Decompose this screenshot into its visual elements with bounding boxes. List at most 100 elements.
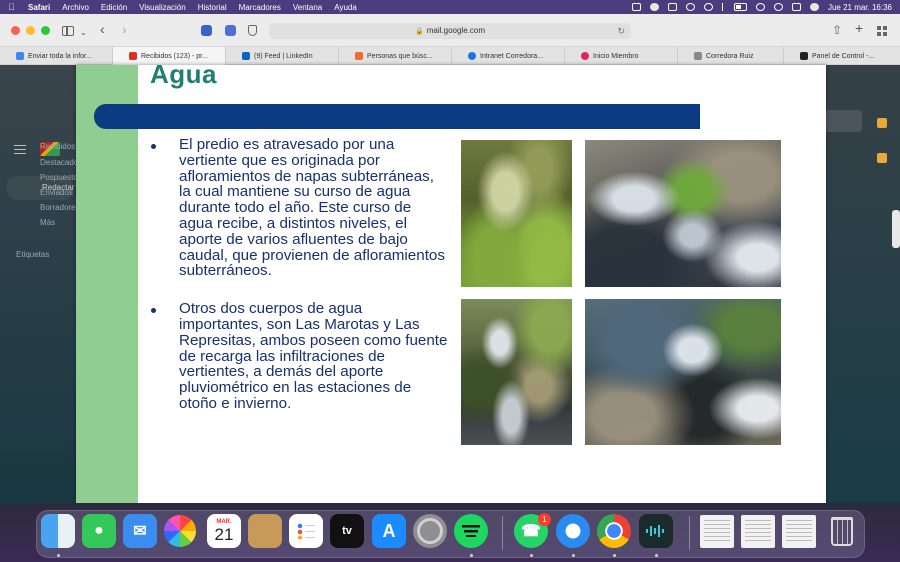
tab-label: Recibidos (123) - pr... [141, 52, 208, 60]
menu-archivo[interactable]: Archivo [62, 3, 89, 12]
app-status-icon[interactable] [667, 3, 677, 11]
tab-item[interactable]: Panel de Control -... [784, 47, 900, 65]
calendar-day: 21 [214, 524, 234, 544]
bluetooth-icon[interactable] [721, 3, 725, 11]
reload-icon[interactable]: ↻ [617, 23, 625, 39]
photo-stream-rocks [585, 140, 781, 287]
tab-item[interactable]: Recibidos (123) - pr... [113, 47, 226, 65]
minimize-window-button[interactable] [26, 26, 35, 35]
search-icon[interactable] [773, 3, 783, 11]
running-indicator [530, 554, 533, 557]
tab-label: Panel de Control -... [812, 52, 875, 60]
extension-status-icon[interactable] [649, 3, 659, 11]
menu-ayuda[interactable]: Ayuda [334, 3, 357, 12]
tab-item[interactable]: Intranet Corredora... [452, 47, 565, 65]
tab-item[interactable]: Inicio Miembro [565, 47, 678, 65]
tv-label: tv [342, 525, 352, 537]
running-indicator [470, 554, 473, 557]
zoom-window-button[interactable] [41, 26, 50, 35]
menu-edicion[interactable]: Edición [101, 3, 127, 12]
wifi-icon[interactable] [755, 3, 765, 11]
extension-1-icon[interactable] [201, 25, 212, 36]
chevron-down-icon[interactable]: ⌄ [80, 26, 87, 40]
menu-safari[interactable]: Safari [28, 3, 50, 12]
system-settings-icon[interactable] [413, 514, 447, 548]
close-window-button[interactable] [11, 26, 20, 35]
gmail-nav-drafts[interactable]: Borradores [40, 203, 80, 212]
control-center-icon[interactable] [791, 3, 801, 11]
siri-icon[interactable] [809, 3, 819, 11]
contacts-icon[interactable] [248, 514, 282, 548]
calendar-side-icon[interactable] [877, 118, 887, 128]
back-button[interactable]: ‹ [100, 22, 105, 36]
keep-side-icon[interactable] [877, 153, 887, 163]
tab-item[interactable]: Corredora Ruiz [678, 47, 784, 65]
messages-icon[interactable]: ● [82, 514, 116, 548]
whatsapp-badge: 1 [538, 513, 551, 526]
safari-toolbar: ⌄ ‹ › 🔒 mail.google.com ↻ ⇧ + [0, 14, 900, 47]
clock[interactable]: Jue 21 mar. 16:36 [828, 3, 892, 12]
apple-tv-icon[interactable]: tv [330, 514, 364, 548]
gmail-right-button[interactable] [826, 110, 862, 132]
minimized-window-thumbnail[interactable] [741, 515, 775, 548]
reminders-icon[interactable] [289, 514, 323, 548]
slide-bullet-list: El predio es atravesado por una vertient… [148, 137, 448, 412]
scrollbar-thumb[interactable] [892, 210, 900, 248]
safari-icon[interactable] [556, 514, 590, 548]
address-bar[interactable]: 🔒 mail.google.com ↻ [269, 23, 631, 39]
gmail-nav-inbox[interactable]: Recibidos [40, 142, 75, 151]
member-favicon-icon [581, 52, 589, 60]
window-controls [11, 26, 50, 35]
new-tab-icon[interactable]: + [855, 21, 863, 35]
photos-icon[interactable] [164, 515, 196, 547]
share-icon[interactable]: ⇧ [832, 23, 842, 37]
screen-icon[interactable] [631, 3, 641, 11]
intranet-favicon-icon [468, 52, 476, 60]
slide-green-stripe [76, 65, 138, 503]
forward-button[interactable]: › [122, 22, 127, 36]
presentation-slide: Agua El predio es atravesado por una ver… [76, 65, 826, 503]
gmail-sidebar: Redactar Recibidos Destacados Pospuestos… [0, 65, 82, 510]
chrome-icon[interactable] [597, 514, 631, 548]
extension-2-icon[interactable] [225, 25, 236, 36]
tab-item[interactable]: Enviar toda la infor... [0, 47, 113, 65]
apple-menu-icon[interactable]:  [8, 2, 18, 12]
photo-pool [585, 299, 781, 445]
url-text: mail.google.com [426, 26, 485, 35]
calendar-icon[interactable]: MAR. 21 [207, 514, 241, 548]
tab-item[interactable]: (9) Feed | LinkedIn [226, 47, 339, 65]
gmail-nav-sent[interactable]: Enviados [40, 188, 73, 197]
sidebar-toggle-icon[interactable] [62, 26, 74, 36]
finder-icon[interactable] [41, 514, 75, 548]
slide-bullet: Otros dos cuerpos de agua importantes, s… [148, 301, 448, 412]
hamburger-menu-icon[interactable] [14, 145, 26, 154]
audio-app-icon[interactable] [639, 514, 673, 548]
linkedin-favicon-icon [242, 52, 250, 60]
privacy-shield-icon[interactable] [248, 25, 257, 36]
tab-item[interactable]: Personas que búsc... [339, 47, 452, 65]
battery-icon[interactable] [733, 3, 747, 11]
gmail-right-panel [826, 65, 900, 510]
menu-ventana[interactable]: Ventana [293, 3, 322, 12]
lock-icon: 🔒 [415, 28, 424, 35]
tab-label: Enviar toda la infor... [28, 52, 92, 60]
menu-historial[interactable]: Historial [198, 3, 227, 12]
trash-icon[interactable] [825, 514, 859, 548]
record-icon[interactable] [703, 3, 713, 11]
site-favicon-icon [355, 52, 363, 60]
vpn-icon[interactable] [685, 3, 695, 11]
slide-title: Agua [150, 65, 217, 89]
menu-visualizacion[interactable]: Visualización [139, 3, 186, 12]
tab-overview-icon[interactable] [877, 26, 887, 36]
app-store-icon[interactable]: A [372, 514, 406, 548]
minimized-window-thumbnail[interactable] [782, 515, 816, 548]
tab-label: (9) Feed | LinkedIn [254, 52, 313, 60]
minimized-window-thumbnail[interactable] [700, 515, 734, 548]
gmail-nav-more[interactable]: Más [40, 218, 55, 227]
mail-icon[interactable]: ✉ [123, 514, 157, 548]
menu-marcadores[interactable]: Marcadores [239, 3, 281, 12]
running-indicator [613, 554, 616, 557]
tab-label: Intranet Corredora... [480, 52, 544, 60]
spotify-icon[interactable] [454, 514, 488, 548]
dock-separator [689, 516, 690, 550]
